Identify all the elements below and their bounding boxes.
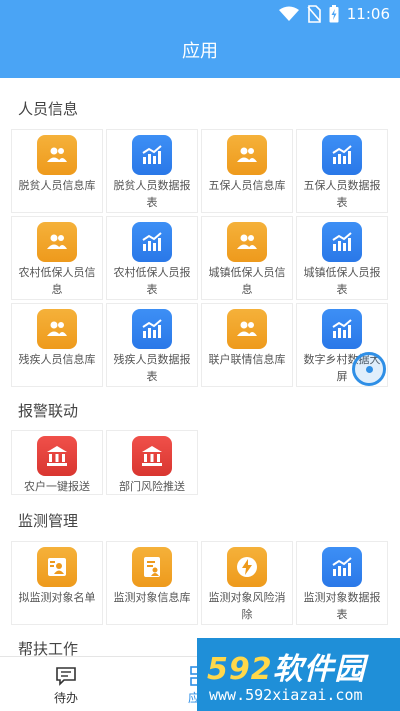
chart-icon: [322, 547, 362, 587]
app-tile-label: 残疾人员数据报表: [113, 353, 191, 383]
app-tile-monitor-risk-clear[interactable]: 监测对象风险消除: [201, 541, 293, 625]
app-tile-label: 农村低保人员信息: [18, 266, 96, 296]
people-icon: [227, 309, 267, 349]
bank-icon: [132, 436, 172, 476]
dot-icon: [366, 366, 373, 373]
app-tile-label: 残疾人员信息库: [18, 353, 96, 366]
section-title-personnel: 人员信息: [18, 100, 79, 118]
todo-icon: [56, 667, 76, 686]
app-tile-wubao-info[interactable]: 五保人员信息库: [201, 129, 293, 213]
floating-assist-button[interactable]: [352, 352, 386, 386]
app-tile-label: 五保人员信息库: [208, 179, 286, 192]
app-tile-label: 监测对象风险消除: [208, 591, 286, 621]
app-tile-label: 城镇低保人员信息: [208, 266, 286, 296]
app-tile-label: 农户一键报送: [24, 480, 90, 493]
app-tile-disabled-info[interactable]: 残疾人员信息库: [11, 303, 103, 387]
people-icon: [227, 222, 267, 262]
battery-charging-icon: [329, 5, 339, 23]
people-icon: [227, 135, 267, 175]
app-tile-monitor-info[interactable]: 监测对象信息库: [106, 541, 198, 625]
bank-icon: [37, 436, 77, 476]
watermark-url: www.592xiazai.com: [209, 686, 363, 704]
app-tile-label: 监测对象信息库: [113, 591, 191, 604]
watermark-brand-text: 软件园: [272, 652, 366, 687]
nav-item-todo[interactable]: 待办: [11, 657, 121, 711]
chart-icon: [132, 222, 172, 262]
app-tile-disabled-report[interactable]: 残疾人员数据报表: [106, 303, 198, 387]
chart-icon: [132, 309, 172, 349]
wifi-icon: [278, 6, 299, 21]
watermark-logo: 592软件园 www.592xiazai.com: [197, 638, 400, 711]
lightning-icon: [227, 547, 267, 587]
section-title-monitoring: 监测管理: [18, 512, 79, 530]
app-tile-label: 部门风险推送: [119, 480, 185, 493]
people-icon: [37, 309, 77, 349]
app-tile-urban-dibao-info[interactable]: 城镇低保人员信息: [201, 216, 293, 300]
app-tile-farmer-report[interactable]: 农户一键报送: [11, 430, 103, 495]
chart-icon: [322, 309, 362, 349]
id-card-icon: [37, 547, 77, 587]
app-tile-label: 五保人员数据报表: [303, 179, 381, 209]
watermark-brand-number: 592: [207, 652, 273, 687]
app-tile-label: 监测对象数据报表: [303, 591, 381, 621]
app-tile-label: 城镇低保人员报表: [303, 266, 381, 296]
status-bar: 11:06: [0, 0, 400, 28]
app-tile-label: 农村低保人员报表: [113, 266, 191, 296]
chart-icon: [322, 135, 362, 175]
chart-icon: [322, 222, 362, 262]
app-tile-rural-dibao-info[interactable]: 农村低保人员信息: [11, 216, 103, 300]
app-tile-label: 脱贫人员信息库: [18, 179, 96, 192]
app-tile-wubao-report[interactable]: 五保人员数据报表: [296, 129, 388, 213]
watermark-brand: 592软件园: [207, 644, 366, 688]
chart-icon: [132, 135, 172, 175]
app-tile-monitor-report[interactable]: 监测对象数据报表: [296, 541, 388, 625]
app-tile-poverty-report[interactable]: 脱贫人员数据报表: [106, 129, 198, 213]
people-icon: [37, 222, 77, 262]
apps-content[interactable]: 人员信息 脱贫人员信息库 脱贫人员数据报表 五保人员信息库 五保人员数据报表 农…: [0, 78, 400, 656]
app-tile-dept-risk-push[interactable]: 部门风险推送: [106, 430, 198, 495]
app-tile-urban-dibao-report[interactable]: 城镇低保人员报表: [296, 216, 388, 300]
nav-label: 待办: [53, 691, 78, 705]
document-icon: [132, 547, 172, 587]
app-tile-label: 联户联情信息库: [208, 353, 286, 366]
app-tile-lianhu-info[interactable]: 联户联情信息库: [201, 303, 293, 387]
page-title: 应用: [0, 28, 400, 78]
section-title-alarm: 报警联动: [18, 402, 79, 420]
app-tile-rural-dibao-report[interactable]: 农村低保人员报表: [106, 216, 198, 300]
no-sim-icon: [307, 5, 321, 23]
section-title-assistance: 帮扶工作: [18, 640, 79, 656]
people-icon: [37, 135, 77, 175]
clock: 11:06: [346, 5, 390, 23]
app-tile-poverty-info[interactable]: 脱贫人员信息库: [11, 129, 103, 213]
app-tile-proposed-monitor-list[interactable]: 拟监测对象名单: [11, 541, 103, 625]
app-tile-label: 拟监测对象名单: [18, 591, 96, 604]
app-tile-label: 脱贫人员数据报表: [113, 179, 191, 209]
